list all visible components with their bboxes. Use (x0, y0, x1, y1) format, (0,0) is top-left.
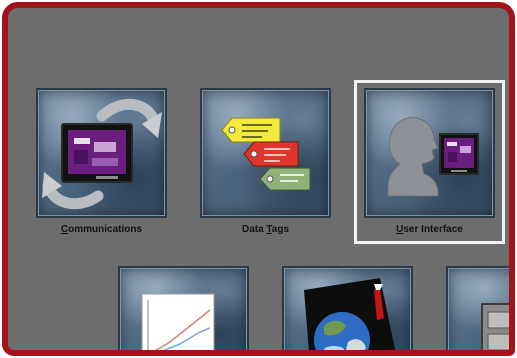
hardware-tile[interactable] (446, 266, 509, 350)
data-tags-tile[interactable] (200, 88, 331, 218)
charting-tile[interactable] (118, 266, 249, 350)
data-tags-icon (221, 117, 311, 191)
connectivity-tile[interactable] (282, 266, 413, 350)
communications-label: Communications (60, 224, 143, 235)
chart-icon (141, 293, 215, 350)
user-interface-tile[interactable] (364, 88, 495, 218)
main-panel: Communications Data Tags User Interface (2, 2, 515, 356)
communications-tile[interactable] (36, 88, 167, 218)
globe-icon (304, 278, 396, 350)
communications-icon (42, 98, 162, 210)
data-tags-label: Data Tags (241, 224, 290, 235)
user-interface-label: User Interface (396, 224, 463, 235)
cabinet-icon (481, 303, 509, 350)
user-interface-icon (387, 117, 479, 197)
